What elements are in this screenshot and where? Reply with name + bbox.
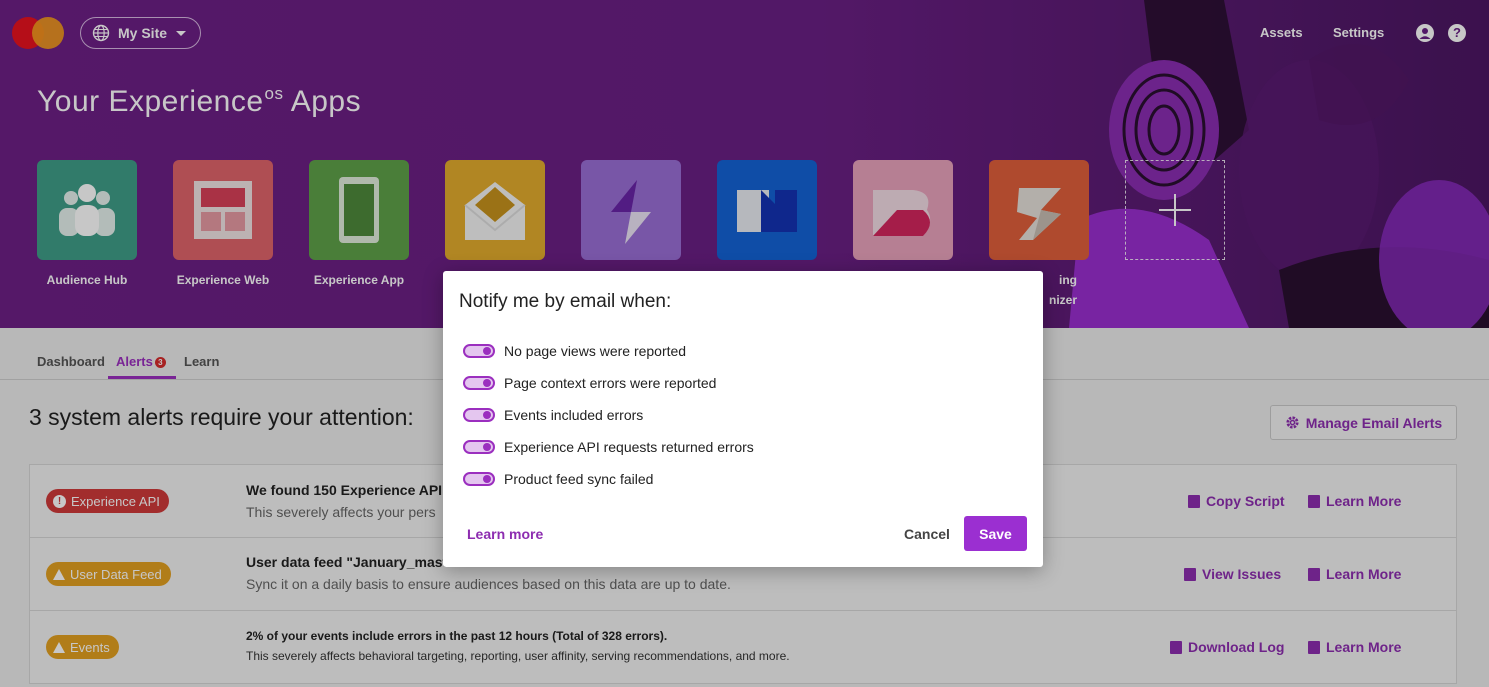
- learn-more-link[interactable]: Learn more: [467, 526, 543, 542]
- option-label: No page views were reported: [504, 343, 687, 359]
- cancel-button[interactable]: Cancel: [904, 526, 950, 542]
- toggle-switch[interactable]: [463, 376, 495, 390]
- toggle-switch[interactable]: [463, 472, 495, 486]
- option-events-errors: Events included errors: [463, 407, 643, 423]
- option-api-errors: Experience API requests returned errors: [463, 439, 754, 455]
- toggle-switch[interactable]: [463, 408, 495, 422]
- option-page-context-errors: Page context errors were reported: [463, 375, 716, 391]
- save-button[interactable]: Save: [964, 516, 1027, 551]
- option-product-feed-sync: Product feed sync failed: [463, 471, 653, 487]
- toggle-switch[interactable]: [463, 440, 495, 454]
- toggle-switch[interactable]: [463, 344, 495, 358]
- option-label: Product feed sync failed: [504, 471, 654, 487]
- option-no-page-views: No page views were reported: [463, 343, 686, 359]
- email-notification-dialog: Notify me by email when: No page views w…: [443, 271, 1043, 567]
- option-label: Experience API requests returned errors: [504, 439, 754, 455]
- option-label: Page context errors were reported: [504, 375, 717, 391]
- option-label: Events included errors: [504, 407, 644, 423]
- dialog-title: Notify me by email when:: [459, 291, 672, 312]
